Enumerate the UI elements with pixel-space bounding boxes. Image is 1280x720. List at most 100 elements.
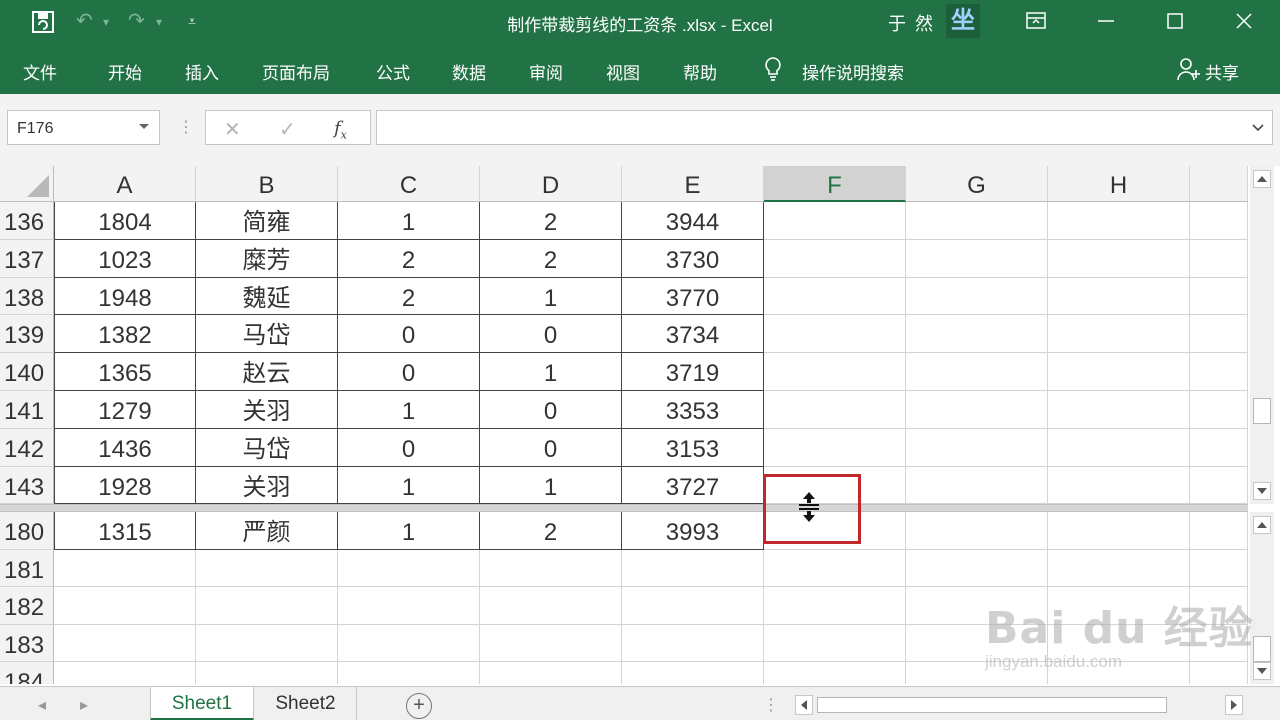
cell[interactable]: 3719 xyxy=(622,353,764,391)
row-header[interactable]: 184 xyxy=(0,662,54,684)
cell[interactable] xyxy=(906,202,1048,240)
prev-sheet-icon[interactable]: ◂ xyxy=(38,695,46,715)
cell[interactable] xyxy=(622,624,764,662)
cell[interactable]: 1279 xyxy=(54,391,196,429)
row-header[interactable]: 181 xyxy=(0,549,54,587)
scroll-down-button[interactable] xyxy=(1253,662,1271,680)
column-header-f[interactable]: F xyxy=(764,166,906,202)
cell[interactable]: 1 xyxy=(480,353,622,391)
cell[interactable]: 3993 xyxy=(622,512,764,550)
cell[interactable]: 1 xyxy=(338,512,480,550)
cell[interactable] xyxy=(480,624,622,662)
formula-input[interactable] xyxy=(376,110,1273,145)
row-header[interactable]: 137 xyxy=(0,239,54,278)
cell[interactable]: 0 xyxy=(338,428,480,467)
share-person-icon[interactable] xyxy=(1176,56,1202,87)
cell[interactable] xyxy=(906,466,1048,504)
cell[interactable]: 关羽 xyxy=(196,466,338,504)
row-header[interactable]: 182 xyxy=(0,587,54,625)
cell[interactable]: 1365 xyxy=(54,353,196,391)
cell[interactable] xyxy=(906,512,1048,550)
select-all-corner[interactable] xyxy=(0,166,54,202)
insert-function-icon[interactable]: fx xyxy=(334,118,347,142)
cell[interactable] xyxy=(1048,428,1190,467)
cell[interactable] xyxy=(622,549,764,587)
cell[interactable] xyxy=(1048,391,1190,429)
cell[interactable]: 关羽 xyxy=(196,391,338,429)
column-header-b[interactable]: B xyxy=(196,166,338,202)
cell[interactable] xyxy=(1190,277,1248,316)
cell[interactable]: 1 xyxy=(480,466,622,504)
column-header-g[interactable]: G xyxy=(906,166,1048,202)
cell[interactable]: 3770 xyxy=(622,277,764,316)
cell[interactable] xyxy=(764,353,906,391)
cell[interactable]: 马岱 xyxy=(196,428,338,467)
cell[interactable]: 1 xyxy=(338,202,480,240)
cell[interactable]: 1 xyxy=(338,466,480,504)
scroll-thumb[interactable] xyxy=(1253,636,1271,662)
cell[interactable] xyxy=(906,428,1048,467)
cell[interactable]: 1315 xyxy=(54,512,196,550)
cell[interactable] xyxy=(54,624,196,662)
cell[interactable] xyxy=(1048,202,1190,240)
row-header[interactable]: 183 xyxy=(0,624,54,662)
tell-me-search[interactable]: 操作说明搜索 xyxy=(802,59,904,84)
sheet-tab-sheet2[interactable]: Sheet2 xyxy=(255,687,357,720)
cell[interactable]: 1804 xyxy=(54,202,196,240)
cell[interactable] xyxy=(480,587,622,625)
minimize-button[interactable] xyxy=(1083,4,1129,38)
horizontal-scroll-thumb[interactable] xyxy=(817,697,1167,713)
cell[interactable]: 1948 xyxy=(54,277,196,316)
tab-view[interactable]: 视图 xyxy=(606,59,640,84)
cell[interactable] xyxy=(906,315,1048,354)
lightbulb-icon[interactable] xyxy=(763,56,783,87)
vertical-scrollbar-top[interactable] xyxy=(1250,166,1274,504)
grid-top-pane[interactable]: ABCDEFGH 136 1804 简雍 1 2 3944 137 1023 糜芳 2 2 3730 1… xyxy=(0,166,1248,504)
cell[interactable] xyxy=(764,587,906,625)
cell[interactable] xyxy=(480,662,622,684)
cell[interactable]: 0 xyxy=(338,315,480,354)
cell[interactable] xyxy=(764,428,906,467)
column-header-h[interactable]: H xyxy=(1048,166,1190,202)
cell[interactable] xyxy=(1190,315,1248,354)
cell[interactable] xyxy=(1048,549,1190,587)
row-header[interactable]: 139 xyxy=(0,315,54,354)
cell[interactable]: 0 xyxy=(480,315,622,354)
cell[interactable] xyxy=(1048,466,1190,504)
next-sheet-icon[interactable]: ▸ xyxy=(80,695,88,715)
tab-review[interactable]: 审阅 xyxy=(529,59,563,84)
scroll-up-button[interactable] xyxy=(1253,516,1271,534)
share-button[interactable]: 共享 xyxy=(1205,59,1239,84)
close-button[interactable] xyxy=(1221,4,1267,38)
cell[interactable] xyxy=(764,277,906,316)
resize-handle-icon[interactable]: ⋮ xyxy=(178,117,194,137)
cell[interactable]: 简雍 xyxy=(196,202,338,240)
cell[interactable] xyxy=(1048,353,1190,391)
cell[interactable] xyxy=(622,662,764,684)
cell[interactable] xyxy=(1048,277,1190,316)
tab-formulas[interactable]: 公式 xyxy=(376,59,410,84)
scroll-right-button[interactable] xyxy=(1225,695,1243,715)
cell[interactable]: 3944 xyxy=(622,202,764,240)
name-box[interactable]: F176 xyxy=(7,110,160,145)
cell[interactable] xyxy=(1190,428,1248,467)
cell[interactable] xyxy=(480,549,622,587)
cell[interactable] xyxy=(764,662,906,684)
column-header-a[interactable]: A xyxy=(54,166,196,202)
cell[interactable]: 严颜 xyxy=(196,512,338,550)
cell[interactable] xyxy=(1190,239,1248,278)
cancel-icon[interactable]: ✕ xyxy=(224,117,241,142)
avatar[interactable]: 坐 xyxy=(946,4,980,38)
horizontal-scrollbar[interactable] xyxy=(795,695,1245,715)
cell[interactable]: 魏延 xyxy=(196,277,338,316)
add-sheet-button[interactable]: + xyxy=(406,693,432,719)
cell[interactable] xyxy=(338,587,480,625)
cell[interactable] xyxy=(338,624,480,662)
cell[interactable] xyxy=(196,549,338,587)
row-header[interactable]: 138 xyxy=(0,277,54,316)
column-header-partial[interactable] xyxy=(1190,166,1248,202)
cell[interactable]: 3153 xyxy=(622,428,764,467)
cell[interactable] xyxy=(54,549,196,587)
cell[interactable]: 0 xyxy=(480,428,622,467)
ribbon-display-options-button[interactable] xyxy=(1013,4,1059,38)
